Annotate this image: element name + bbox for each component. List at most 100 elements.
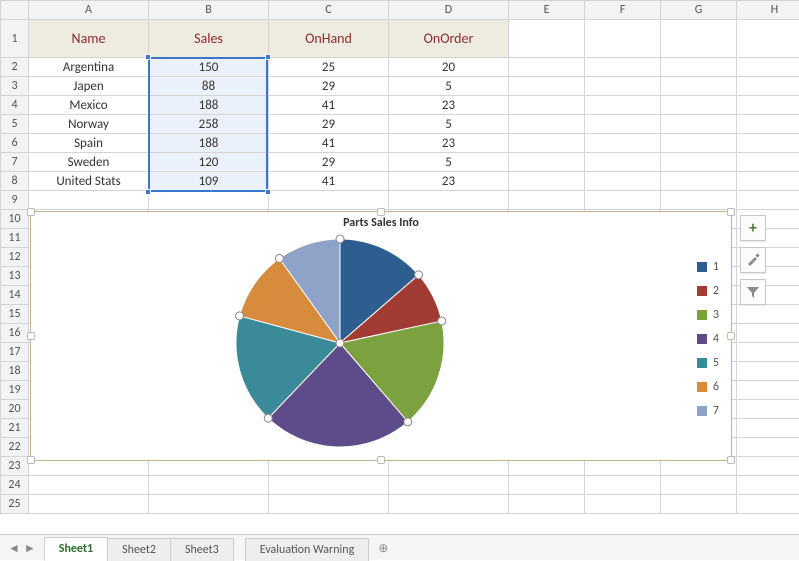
cell[interactable] bbox=[661, 96, 737, 115]
cell[interactable] bbox=[509, 134, 585, 153]
cell[interactable] bbox=[29, 191, 149, 210]
chart-resize-handle[interactable] bbox=[727, 208, 735, 216]
row-header[interactable]: 22 bbox=[1, 438, 29, 457]
row-header[interactable]: 8 bbox=[1, 172, 29, 191]
cell[interactable]: 5 bbox=[389, 115, 509, 134]
selection-handle[interactable] bbox=[145, 54, 151, 60]
row-header[interactable]: 15 bbox=[1, 305, 29, 324]
sheet-tab[interactable]: Sheet2 bbox=[107, 538, 171, 561]
cell[interactable] bbox=[509, 495, 585, 514]
cell[interactable] bbox=[585, 58, 661, 77]
cell[interactable] bbox=[509, 153, 585, 172]
chart-resize-handle[interactable] bbox=[27, 332, 35, 340]
cell[interactable] bbox=[585, 495, 661, 514]
cell[interactable] bbox=[737, 305, 799, 324]
cell[interactable] bbox=[509, 77, 585, 96]
cell[interactable] bbox=[737, 381, 799, 400]
cell[interactable]: Spain bbox=[29, 134, 149, 153]
row-header[interactable]: 18 bbox=[1, 362, 29, 381]
cell[interactable] bbox=[737, 343, 799, 362]
col-header-E[interactable]: E bbox=[509, 1, 585, 20]
cell[interactable]: 25 bbox=[269, 58, 389, 77]
cell[interactable] bbox=[737, 438, 799, 457]
cell[interactable] bbox=[661, 476, 737, 495]
cell[interactable]: OnHand bbox=[269, 20, 389, 58]
pie-selection-handle[interactable] bbox=[404, 418, 412, 426]
cell[interactable] bbox=[737, 476, 799, 495]
row-header[interactable]: 10 bbox=[1, 210, 29, 229]
col-header-C[interactable]: C bbox=[269, 1, 389, 20]
selection-handle[interactable] bbox=[145, 189, 151, 195]
row-header[interactable]: 2 bbox=[1, 58, 29, 77]
cell[interactable] bbox=[149, 476, 269, 495]
cell[interactable]: 188 bbox=[149, 134, 269, 153]
pie-selection-handle[interactable] bbox=[415, 271, 423, 279]
legend-item[interactable]: 6 bbox=[697, 380, 719, 394]
pie-selection-handle[interactable] bbox=[236, 312, 244, 320]
chart-object[interactable]: Parts Sales Info 1234567 bbox=[30, 211, 732, 461]
chart-add-element-button[interactable]: + bbox=[740, 215, 766, 241]
col-header-G[interactable]: G bbox=[661, 1, 737, 20]
row-header[interactable]: 16 bbox=[1, 324, 29, 343]
cell[interactable]: 41 bbox=[269, 96, 389, 115]
cell[interactable]: 23 bbox=[389, 172, 509, 191]
cell[interactable] bbox=[737, 457, 799, 476]
cell[interactable] bbox=[585, 20, 661, 58]
cell[interactable]: 29 bbox=[269, 153, 389, 172]
cell[interactable] bbox=[737, 324, 799, 343]
chart-resize-handle[interactable] bbox=[377, 456, 385, 464]
row-header[interactable]: 9 bbox=[1, 191, 29, 210]
pie-selection-handle[interactable] bbox=[336, 339, 344, 347]
row-header[interactable]: 14 bbox=[1, 286, 29, 305]
cell[interactable]: Sweden bbox=[29, 153, 149, 172]
row-header[interactable]: 24 bbox=[1, 476, 29, 495]
row-header[interactable]: 3 bbox=[1, 77, 29, 96]
cell[interactable]: Norway bbox=[29, 115, 149, 134]
cell[interactable] bbox=[737, 96, 799, 115]
cell[interactable]: 5 bbox=[389, 153, 509, 172]
pie-selection-handle[interactable] bbox=[275, 254, 283, 262]
cell[interactable] bbox=[509, 96, 585, 115]
tab-nav-prev[interactable]: ◄ bbox=[8, 541, 20, 556]
pie-selection-handle[interactable] bbox=[438, 317, 446, 325]
cell[interactable]: 150 bbox=[149, 58, 269, 77]
cell[interactable] bbox=[389, 191, 509, 210]
cell[interactable] bbox=[661, 77, 737, 96]
cell[interactable] bbox=[737, 153, 799, 172]
col-header-A[interactable]: A bbox=[29, 1, 149, 20]
cell[interactable] bbox=[585, 115, 661, 134]
cell[interactable] bbox=[585, 172, 661, 191]
cell[interactable] bbox=[509, 172, 585, 191]
cell[interactable] bbox=[661, 495, 737, 514]
cell[interactable] bbox=[585, 191, 661, 210]
col-header-H[interactable]: H bbox=[737, 1, 799, 20]
cell[interactable]: 20 bbox=[389, 58, 509, 77]
cell[interactable]: Name bbox=[29, 20, 149, 58]
cell[interactable] bbox=[585, 153, 661, 172]
cell[interactable]: 23 bbox=[389, 96, 509, 115]
row-header[interactable]: 1 bbox=[1, 20, 29, 58]
cell[interactable] bbox=[269, 476, 389, 495]
row-header[interactable]: 11 bbox=[1, 229, 29, 248]
legend-item[interactable]: 1 bbox=[697, 260, 719, 274]
cell[interactable] bbox=[737, 172, 799, 191]
sheet-tab[interactable]: Sheet1 bbox=[44, 537, 108, 561]
chart-resize-handle[interactable] bbox=[27, 208, 35, 216]
cell[interactable] bbox=[737, 115, 799, 134]
cell[interactable] bbox=[585, 134, 661, 153]
cell[interactable] bbox=[149, 191, 269, 210]
row-header[interactable]: 23 bbox=[1, 457, 29, 476]
cell[interactable] bbox=[509, 115, 585, 134]
cell[interactable] bbox=[737, 362, 799, 381]
cell[interactable]: Mexico bbox=[29, 96, 149, 115]
cell[interactable] bbox=[509, 476, 585, 495]
legend-item[interactable]: 7 bbox=[697, 404, 719, 418]
cell[interactable] bbox=[737, 20, 799, 58]
cell[interactable] bbox=[661, 172, 737, 191]
cell[interactable] bbox=[585, 77, 661, 96]
cell[interactable] bbox=[389, 495, 509, 514]
cell[interactable]: 258 bbox=[149, 115, 269, 134]
cell[interactable] bbox=[29, 495, 149, 514]
cell[interactable]: OnOrder bbox=[389, 20, 509, 58]
legend-item[interactable]: 4 bbox=[697, 332, 719, 346]
